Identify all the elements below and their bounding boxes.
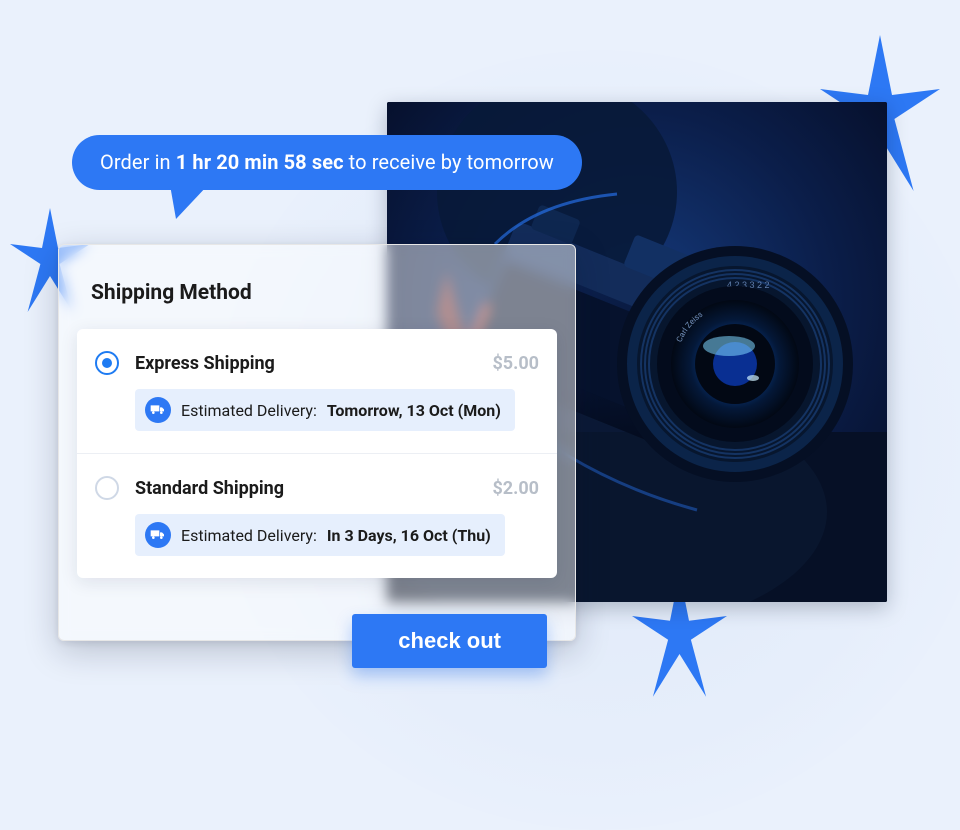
- option-name: Express Shipping: [135, 353, 476, 374]
- estimate-prefix: Estimated Delivery:: [181, 526, 317, 545]
- estimate-date: In 3 Days, 16 Oct (Thu): [327, 526, 491, 545]
- countdown-prefix: Order in: [100, 150, 176, 174]
- truck-icon: [145, 522, 171, 548]
- shipping-method-title: Shipping Method: [59, 245, 575, 305]
- estimate-prefix: Estimated Delivery:: [181, 401, 317, 420]
- truck-icon: [145, 397, 171, 423]
- radio-selected[interactable]: [95, 351, 119, 375]
- shipping-option-standard[interactable]: Standard Shipping $2.00 Estimated Delive…: [77, 454, 557, 578]
- option-price: $5.00: [492, 353, 539, 374]
- option-name: Standard Shipping: [135, 478, 476, 499]
- delivery-estimate: Estimated Delivery: In 3 Days, 16 Oct (T…: [135, 514, 505, 556]
- countdown-suffix: to receive by tomorrow: [344, 150, 554, 174]
- order-countdown-bubble: Order in 1 hr 20 min 58 sec to receive b…: [72, 135, 636, 190]
- option-price: $2.00: [492, 478, 539, 499]
- speech-tail-icon: [168, 185, 208, 219]
- countdown-time: 1 hr 20 min 58 sec: [176, 150, 344, 174]
- delivery-estimate: Estimated Delivery: Tomorrow, 13 Oct (Mo…: [135, 389, 515, 431]
- shipping-option-express[interactable]: Express Shipping $5.00 Estimated Deliver…: [77, 329, 557, 454]
- shipping-options-list: Express Shipping $5.00 Estimated Deliver…: [77, 329, 557, 578]
- shipping-method-card: Shipping Method Express Shipping $5.00 E…: [58, 244, 576, 641]
- estimate-date: Tomorrow, 13 Oct (Mon): [327, 401, 501, 420]
- checkout-button[interactable]: check out: [352, 614, 547, 668]
- radio-unselected[interactable]: [95, 476, 119, 500]
